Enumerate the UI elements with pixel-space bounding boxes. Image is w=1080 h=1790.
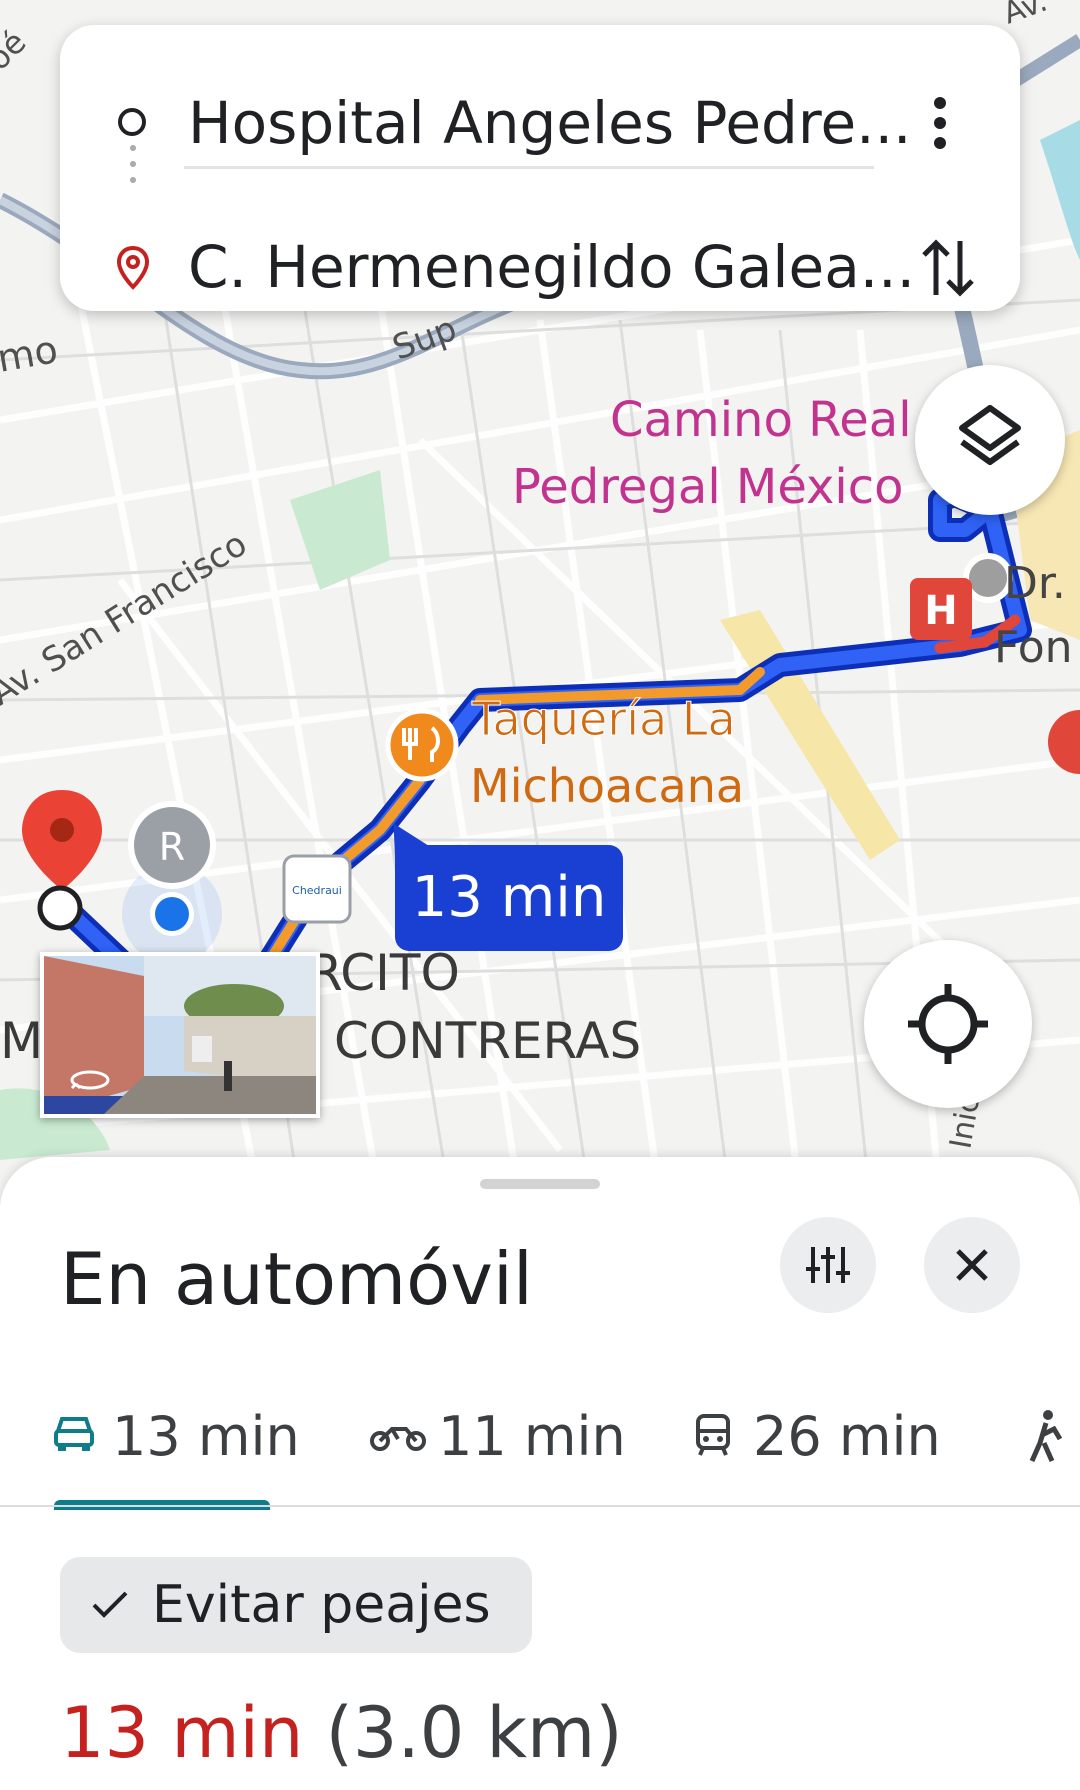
tab-transit[interactable]: 26 min	[695, 1377, 941, 1497]
route-connector-dots	[130, 145, 136, 205]
poi-restaurant-line2: Michoacana	[470, 759, 744, 813]
motorcycle-icon	[370, 1427, 426, 1451]
eta-bubble[interactable]: 13 min	[395, 845, 623, 951]
sheet-title: En automóvil	[60, 1237, 533, 1321]
origin-circle-icon	[118, 108, 146, 136]
layers-icon	[959, 405, 1021, 465]
route-options-button[interactable]	[780, 1217, 876, 1313]
street-view-thumbnail[interactable]	[40, 952, 320, 1118]
tab-transit-label: 26 min	[753, 1405, 941, 1468]
tab-car-label: 13 min	[112, 1405, 300, 1468]
restaurant-icon	[385, 708, 459, 782]
route-summary: 13 min (3.0 km)	[60, 1692, 623, 1774]
svg-text:R: R	[159, 825, 185, 869]
area-label-left: M	[0, 1012, 43, 1070]
close-button[interactable]	[924, 1217, 1020, 1313]
my-location-button[interactable]	[864, 940, 1032, 1108]
poi-partial-line2: Fon	[994, 622, 1073, 673]
tab-walk[interactable]	[1026, 1377, 1080, 1497]
close-icon	[956, 1249, 988, 1281]
origin-text: Hospital Angeles Pedre...	[188, 89, 912, 157]
destination-pin-icon	[115, 245, 151, 296]
poi-partial-line1: Dr. I	[1004, 558, 1080, 609]
travel-mode-tabs: 13 min 11 min 26 min	[0, 1377, 1080, 1510]
directions-search-card: Hospital Angeles Pedre... C. Hermenegild…	[60, 25, 1020, 311]
route-distance: (3.0 km)	[325, 1692, 623, 1774]
hospital-icon: H	[910, 578, 972, 640]
store-logo-chedraui: Chedraui	[282, 854, 352, 924]
check-icon	[92, 1591, 128, 1618]
tab-motorcycle[interactable]: 11 min	[370, 1377, 626, 1497]
avoid-tolls-chip[interactable]: Evitar peajes	[60, 1557, 532, 1653]
destination-text: C. Hermenegildo Galea...	[188, 233, 916, 301]
tab-motorcycle-label: 11 min	[438, 1405, 626, 1468]
tab-car[interactable]: 13 min	[52, 1377, 300, 1497]
svg-text:Chedraui: Chedraui	[292, 884, 342, 897]
search-divider	[184, 166, 874, 169]
svg-text:H: H	[924, 588, 957, 634]
area-label-line2: CONTRERAS	[334, 1012, 641, 1070]
tabs-divider	[0, 1505, 1080, 1507]
360-icon	[68, 1068, 112, 1092]
origin-field[interactable]: Hospital Angeles Pedre...	[60, 61, 1020, 181]
poi-hotel-line2: Pedregal México	[512, 459, 904, 515]
poi-restaurant-line1: Taquería La	[471, 692, 736, 746]
area-label-line1: RCITO	[308, 944, 460, 1002]
tune-icon	[806, 1247, 850, 1283]
avoid-tolls-label: Evitar peajes	[152, 1575, 491, 1635]
my-location-icon	[908, 984, 988, 1064]
sheet-drag-handle[interactable]	[480, 1179, 600, 1189]
layers-button[interactable]	[915, 365, 1065, 515]
route-duration: 13 min	[60, 1692, 304, 1774]
transit-icon	[696, 1414, 730, 1456]
user-avatar: R	[128, 801, 216, 889]
walk-icon	[1029, 1410, 1063, 1463]
destination-field[interactable]: C. Hermenegildo Galea...	[60, 205, 1020, 325]
car-icon	[54, 1417, 94, 1451]
poi-hotel-line1: Camino Real	[610, 392, 912, 448]
more-vert-icon[interactable]	[920, 93, 960, 153]
swap-icon[interactable]	[920, 235, 976, 301]
